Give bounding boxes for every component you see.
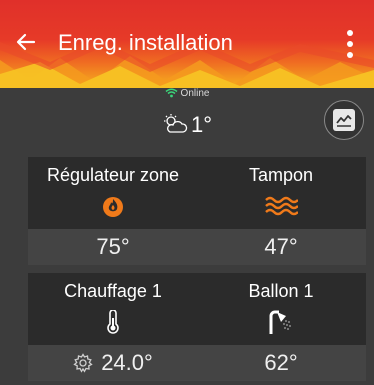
arrow-left-icon (16, 33, 36, 51)
tile-value: 24.0° (28, 345, 198, 381)
partly-cloudy-icon (163, 114, 188, 133)
tile-title: Régulateur zone (46, 165, 180, 185)
shower-icon (269, 310, 291, 334)
outdoor-temperature: 1° (190, 112, 213, 137)
status-text: Online (180, 88, 210, 99)
tile-title: Chauffage 1 (64, 281, 162, 301)
back-button[interactable] (12, 28, 40, 56)
tile-value: 47° (196, 229, 366, 265)
outdoor-weather: 1° (0, 112, 374, 138)
gear-icon (73, 353, 93, 373)
waves-icon (265, 196, 298, 216)
tile-value: 62° (196, 345, 366, 381)
tile-title: Ballon 1 (248, 281, 314, 301)
tile-buffer-tank[interactable]: Tampon 47° (196, 157, 366, 265)
tile-value: 75° (28, 229, 198, 265)
tile-zone-regulator[interactable]: Régulateur zone 75° (28, 157, 198, 265)
thermometer-icon (107, 310, 119, 334)
app-bar: Enreg. installation (0, 0, 374, 88)
tile-boiler-1[interactable]: Ballon 1 62° (196, 273, 366, 381)
trend-chart-icon (336, 115, 352, 127)
flame-icon (103, 197, 123, 217)
page-title: Enreg. installation (58, 30, 233, 55)
overflow-menu-button[interactable] (342, 30, 358, 58)
chart-button[interactable] (324, 100, 364, 140)
more-vert-icon (347, 30, 353, 36)
tile-title: Tampon (248, 165, 314, 185)
tile-heating-1[interactable]: Chauffage 1 24.0° (28, 273, 198, 381)
connection-status: Online (0, 88, 374, 99)
wifi-icon (165, 88, 178, 98)
